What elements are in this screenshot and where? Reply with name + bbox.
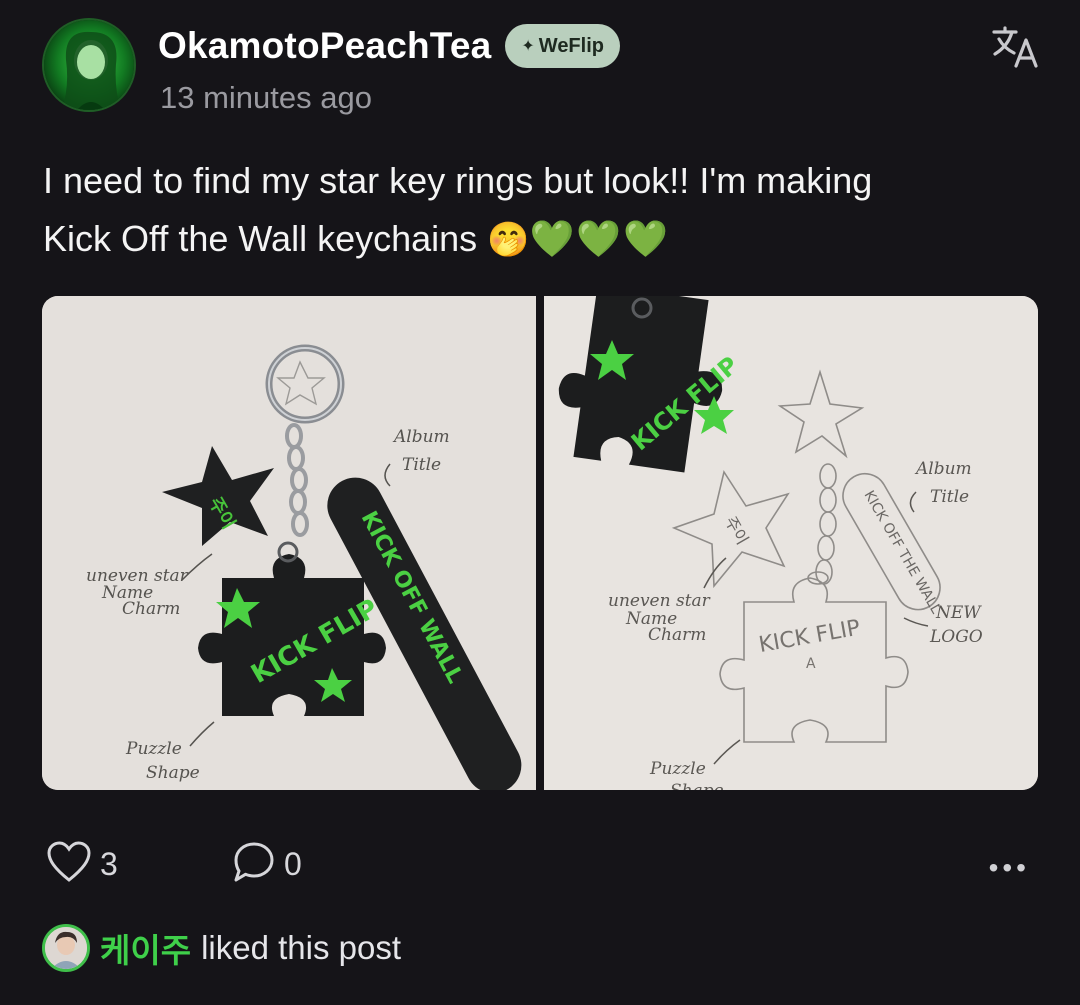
svg-text:Title: Title [930,487,969,507]
like-count: 3 [100,846,118,882]
photo-sketch[interactable]: KICK FLIP 주이 KICK OFF THE WALL KICK FLIP… [544,296,1038,790]
post-text-line-1: I need to find my star key rings but loo… [43,160,873,201]
liker-name[interactable]: 케이주 [100,924,191,972]
svg-text:Album: Album [392,427,450,447]
svg-text:A: A [806,656,816,672]
comment-bubble-icon [232,840,276,889]
liked-this-post-text: liked this post [201,929,402,966]
svg-text:Charm: Charm [122,599,180,619]
like-button[interactable]: 3 [46,840,118,889]
svg-text:NEW: NEW [935,603,982,623]
liker-avatar[interactable] [42,924,90,972]
heart-icon [46,840,92,889]
badge-label: WeFlip [538,34,604,57]
comment-button[interactable]: 0 [232,840,302,889]
svg-text:Puzzle: Puzzle [649,759,706,779]
more-options-icon[interactable]: ••• [989,852,1030,884]
author-name[interactable]: OkamotoPeachTea [158,25,491,67]
liked-by-row[interactable]: 케이주 liked this post [42,924,401,972]
svg-text:Charm: Charm [648,625,706,645]
post-timestamp: 13 minutes ago [160,80,372,115]
post-text-line-2: Kick Off the Wall keychains [43,218,478,259]
comment-count: 0 [284,846,302,882]
author-avatar[interactable] [42,18,136,112]
green-hearts-emoji: 💚💚💚 [529,218,671,259]
photo-keychain[interactable]: 주이 KICK OFF WALL KICK FLIP Album Title u [42,296,536,790]
sparkle-icon: ✦ [521,38,535,55]
svg-text:LOGO: LOGO [929,627,983,647]
author-row: OkamotoPeachTea ✦ WeFlip [158,24,620,68]
post-text: I need to find my star key rings but loo… [43,152,1043,269]
svg-text:uneven star: uneven star [608,591,711,611]
translate-icon[interactable] [990,24,1040,70]
hand-over-mouth-emoji: 🤭 [487,221,530,259]
svg-text:Puzzle: Puzzle [125,739,182,759]
svg-text:Shape: Shape [670,781,724,790]
weflip-badge[interactable]: ✦ WeFlip [505,24,620,68]
svg-text:Album: Album [914,459,972,479]
photo-gallery: 주이 KICK OFF WALL KICK FLIP Album Title u [42,296,1038,790]
post-card: OkamotoPeachTea ✦ WeFlip 13 minutes ago … [0,0,1080,1005]
svg-text:Title: Title [402,455,441,475]
svg-text:Shape: Shape [146,763,200,783]
